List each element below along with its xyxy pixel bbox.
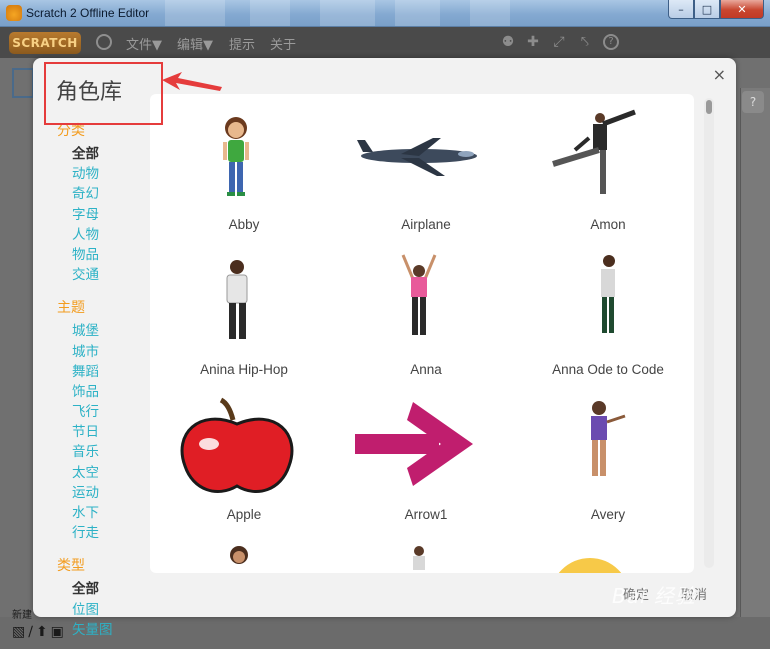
editor-background-left xyxy=(0,58,34,649)
menubar: SCRATCH 文件▼ 编辑▼ 提示 关于 ⚉ ✚ ⤢ ⤣ ? xyxy=(0,27,770,58)
close-window-button[interactable]: ✕ xyxy=(720,0,764,19)
filter-category-all[interactable]: 全部 xyxy=(57,144,157,164)
sprite-name: Anina Hip-Hop xyxy=(200,362,288,377)
minimize-button[interactable]: – xyxy=(668,0,694,19)
airplane-thumbnail xyxy=(357,138,477,176)
watermark: Bai 经验 xyxy=(612,584,696,608)
filter-category-fantasy[interactable]: 奇幻 xyxy=(57,184,157,204)
filter-theme-flying[interactable]: 飞行 xyxy=(57,402,157,422)
filter-theme-holiday[interactable]: 节日 xyxy=(57,422,157,442)
scripts-area-edge xyxy=(740,88,770,628)
filter-category-things[interactable]: 物品 xyxy=(57,245,157,265)
abby-thumbnail xyxy=(223,117,249,196)
titlebar-glass-decoration xyxy=(395,0,440,26)
menu-file[interactable]: 文件▼ xyxy=(126,34,162,53)
sprite-name: Apple xyxy=(226,507,262,522)
menu-about[interactable]: 关于 xyxy=(270,34,296,53)
filter-theme-dress-up[interactable]: 饰品 xyxy=(57,382,157,402)
menu-edit[interactable]: 编辑▼ xyxy=(177,34,213,53)
sprite-name: Airplane xyxy=(401,217,451,232)
sprite-name: Abby xyxy=(228,217,260,232)
scrollbar-track[interactable] xyxy=(704,98,714,568)
sprite-tile-abby[interactable]: Abby xyxy=(159,104,329,244)
titlebar-glass-decoration xyxy=(165,0,225,26)
help-icon[interactable]: ? xyxy=(742,91,764,113)
sprite-name: Amon xyxy=(590,217,626,232)
sprite-name: Avery xyxy=(590,507,626,522)
close-icon[interactable]: × xyxy=(713,65,726,84)
filter-category-animals[interactable]: 动物 xyxy=(57,164,157,184)
filter-category-transportation[interactable]: 交通 xyxy=(57,265,157,285)
sprite-tile-avery[interactable]: Avery xyxy=(523,394,693,534)
arrow1-thumbnail xyxy=(355,402,473,486)
sprite-tile-amon[interactable]: Amon xyxy=(523,104,693,244)
sprite-tile-anna-ode-to-code[interactable]: Anna Ode to Code xyxy=(523,249,693,389)
titlebar-glass-decoration xyxy=(250,0,290,26)
partial-sprite-thumbnail[interactable] xyxy=(159,542,329,573)
shrink-icon[interactable]: ⤣ xyxy=(577,34,593,50)
sprite-library-dialog: 角色库 × 分类 全部 动物 奇幻 字母 人物 物品 交通 主题 城堡 城市 舞… xyxy=(33,58,736,638)
duplicate-stamp-icon[interactable]: ⚉ xyxy=(500,34,516,50)
sprite-name: Arrow1 xyxy=(404,507,448,522)
sprite-tile-anna[interactable]: Anna xyxy=(341,249,511,389)
language-globe-icon[interactable] xyxy=(96,34,112,50)
filter-theme-space[interactable]: 太空 xyxy=(57,463,157,483)
grow-icon[interactable]: ⤢ xyxy=(551,34,567,50)
stage-thumbnail xyxy=(12,68,34,98)
delete-cut-icon[interactable]: ✚ xyxy=(525,34,541,50)
scratch-cat-icon xyxy=(6,5,22,21)
filter-category-letters[interactable]: 字母 xyxy=(57,205,157,225)
titlebar-glass-decoration xyxy=(320,0,375,26)
library-filter-sidebar: 分类 全部 动物 奇幻 字母 人物 物品 交通 主题 城堡 城市 舞蹈 饰品 飞… xyxy=(57,120,157,649)
partial-sprite-thumbnail[interactable] xyxy=(523,542,693,573)
apple-thumbnail xyxy=(180,397,294,493)
annotation-highlight-box xyxy=(44,62,163,125)
block-help-icon[interactable]: ? xyxy=(603,34,619,50)
sprite-grid: Abby Airplane Amon Anina Hip-Hop Anna An… xyxy=(150,94,694,573)
filter-theme-dance[interactable]: 舞蹈 xyxy=(57,362,157,382)
new-sprite-label: 新建 xyxy=(12,610,32,621)
sprite-tile-arrow1[interactable]: Arrow1 xyxy=(341,394,511,534)
filter-type-vector[interactable]: 矢量图 xyxy=(57,620,157,640)
filter-section-category: 分类 全部 动物 奇幻 字母 人物 物品 交通 xyxy=(57,120,157,285)
filter-category-people[interactable]: 人物 xyxy=(57,225,157,245)
window-controls: – □ ✕ xyxy=(668,0,764,19)
section-heading: 类型 xyxy=(57,558,85,575)
section-heading: 主题 xyxy=(57,300,85,317)
filter-section-type: 类型 全部 位图 矢量图 xyxy=(57,555,157,640)
filter-section-theme: 主题 城堡 城市 舞蹈 饰品 飞行 节日 音乐 太空 运动 水下 行走 xyxy=(57,297,157,543)
filter-theme-castle[interactable]: 城堡 xyxy=(57,321,157,341)
menu-tips[interactable]: 提示 xyxy=(229,34,255,53)
sprite-tile-apple[interactable]: Apple xyxy=(159,394,329,534)
window-title: Scratch 2 Offline Editor xyxy=(26,6,150,20)
window-titlebar: Scratch 2 Offline Editor – □ ✕ xyxy=(0,0,770,27)
maximize-button[interactable]: □ xyxy=(694,0,720,19)
filter-theme-underwater[interactable]: 水下 xyxy=(57,503,157,523)
sprite-name: Anna Ode to Code xyxy=(552,362,664,377)
titlebar-glass-decoration xyxy=(470,0,510,26)
filter-theme-walking[interactable]: 行走 xyxy=(57,523,157,543)
filter-type-bitmap[interactable]: 位图 xyxy=(57,600,157,620)
anna-thumbnail xyxy=(401,254,437,335)
anna-ode-to-code-thumbnail xyxy=(601,255,615,333)
filter-theme-music[interactable]: 音乐 xyxy=(57,442,157,462)
sprite-tile-anina-hip-hop[interactable]: Anina Hip-Hop xyxy=(159,249,329,389)
partial-sprite-thumbnail[interactable] xyxy=(341,542,511,573)
scratch-logo[interactable]: SCRATCH xyxy=(9,32,81,54)
filter-theme-sports[interactable]: 运动 xyxy=(57,483,157,503)
sprite-name: Anna xyxy=(410,362,442,377)
avery-thumbnail xyxy=(591,401,626,476)
annotation-arrow-icon xyxy=(162,72,222,91)
filter-theme-city[interactable]: 城市 xyxy=(57,342,157,362)
scrollbar-thumb[interactable] xyxy=(706,100,712,114)
anina-hip-hop-thumbnail xyxy=(226,260,248,339)
amon-thumbnail xyxy=(552,109,636,194)
sprite-tile-airplane[interactable]: Airplane xyxy=(341,104,511,244)
filter-type-all[interactable]: 全部 xyxy=(57,579,157,599)
